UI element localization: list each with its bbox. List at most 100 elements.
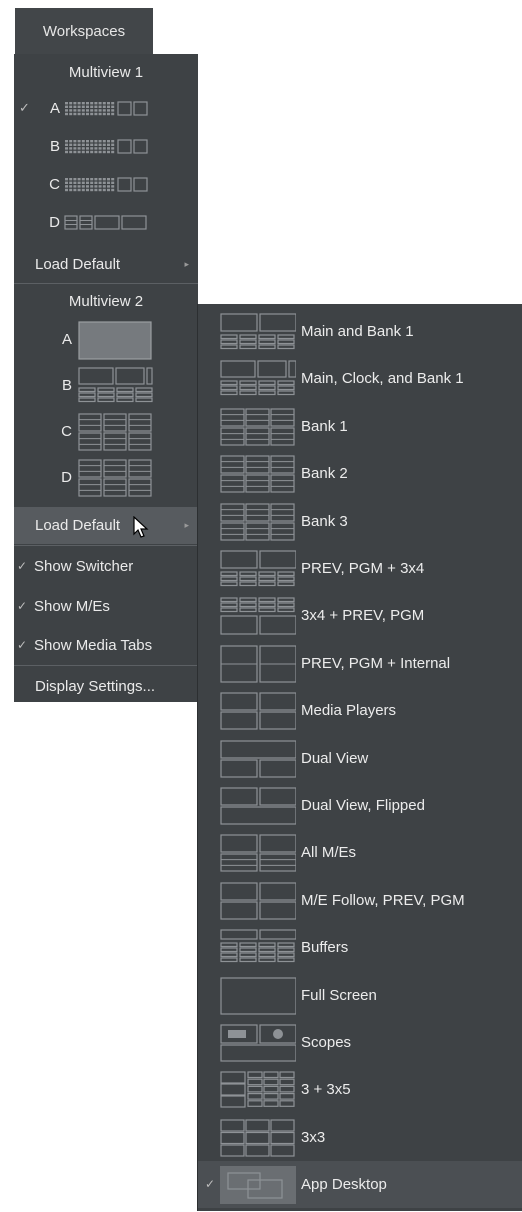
bank-icon — [220, 502, 295, 541]
single-box-layout-icon — [78, 321, 152, 360]
submenu-item-label: Main, Clock, and Bank 1 — [301, 370, 464, 388]
load-default-label: Load Default — [35, 517, 121, 534]
check-icon: ✓ — [17, 559, 28, 573]
bank-grid-layout-icon — [78, 413, 152, 451]
me-follow-icon — [220, 882, 296, 920]
submenu-item[interactable]: All M/Es — [198, 829, 522, 876]
3x4-prev-pgm-icon — [220, 597, 296, 635]
submenu-item-label: App Desktop — [301, 1176, 387, 1194]
multiview-2-load-default[interactable]: Load Default ▸ — [14, 507, 198, 544]
option-label: Show Media Tabs — [34, 636, 153, 654]
submenu-item-label: Main and Bank 1 — [301, 323, 414, 340]
check-icon: ✓ — [205, 1177, 216, 1192]
submenu-item[interactable]: Buffers — [198, 924, 522, 971]
submenu-arrow-icon: ▸ — [184, 520, 189, 530]
submenu-item[interactable]: Bank 2 — [198, 450, 522, 497]
all-mes-icon — [220, 834, 296, 872]
main-clock-bank-icon — [220, 360, 296, 396]
option-letter: B — [49, 138, 60, 155]
option-letter: A — [49, 100, 60, 117]
3-plus-3x5-icon — [220, 1071, 295, 1108]
submenu-arrow-icon: ▸ — [184, 258, 189, 269]
load-default-submenu: Main and Bank 1 Main, Clock, and Bank 1 Ba… — [197, 304, 522, 1211]
scopes-icon — [220, 1024, 296, 1062]
show-media-tabs-option[interactable]: ✓ Show Media Tabs — [14, 627, 198, 663]
dual-view-flipped-icon — [220, 787, 296, 825]
bank-grid-layout-icon — [78, 459, 152, 497]
submenu-item[interactable]: PREV, PGM + Internal — [198, 640, 522, 687]
menu-separator — [14, 545, 198, 546]
dense-grid-layout-icon — [65, 177, 148, 192]
multiview-1-load-default[interactable]: Load Default ▸ — [14, 246, 198, 282]
workspaces-tab[interactable]: Workspaces — [15, 8, 153, 54]
menu-separator — [14, 665, 198, 666]
submenu-item[interactable]: Bank 3 — [198, 498, 522, 545]
submenu-item[interactable]: 3x3 — [198, 1114, 522, 1161]
media-players-icon — [220, 692, 296, 730]
multiview-1-option-d[interactable]: D — [14, 204, 198, 242]
dual-view-icon — [220, 739, 296, 778]
bars-layout-icon — [64, 215, 147, 230]
submenu-item-label: PREV, PGM + Internal — [301, 654, 451, 672]
submenu-item-label: Media Players — [301, 702, 397, 720]
prev-pgm-internal-icon — [220, 645, 296, 683]
option-label: Display Settings... — [35, 677, 156, 695]
submenu-item-label: Bank 1 — [301, 417, 348, 435]
display-settings-option[interactable]: Display Settings... — [14, 668, 198, 704]
submenu-item-label: 3 + 3x5 — [301, 1081, 351, 1099]
option-letter: A — [61, 331, 72, 348]
submenu-item[interactable]: Main and Bank 1 — [198, 308, 522, 355]
submenu-item-label: Scopes — [301, 1034, 352, 1051]
multiview-2-header: Multiview 2 — [68, 292, 144, 310]
submenu-item[interactable]: Media Players — [198, 687, 522, 734]
submenu-item-label: PREV, PGM + 3x4 — [301, 560, 425, 577]
multiview-1-option-b[interactable]: B — [14, 128, 198, 166]
multiview-1-header: Multiview 1 — [68, 63, 144, 81]
show-switcher-option[interactable]: ✓ Show Switcher — [14, 548, 198, 584]
submenu-item[interactable]: 3x4 + PREV, PGM — [198, 592, 522, 639]
workspaces-menu: Multiview 1 ✓ A B C D Load Default ▸ Mul… — [14, 54, 198, 702]
submenu-item[interactable]: Scopes — [198, 1019, 522, 1066]
dense-grid-layout-icon — [65, 139, 148, 154]
main-clock-bank-layout-icon — [78, 367, 153, 403]
multiview-2-option-a[interactable]: A — [14, 318, 198, 362]
submenu-item[interactable]: M/E Follow, PREV, PGM — [198, 877, 522, 924]
submenu-item[interactable]: Dual View — [198, 735, 522, 782]
multiview-2-option-d[interactable]: D — [14, 456, 198, 500]
main-bank-icon — [220, 313, 296, 350]
prev-pgm-3x4-icon — [220, 550, 296, 587]
submenu-item[interactable]: Bank 1 — [198, 403, 522, 450]
submenu-item[interactable]: ✓ App Desktop — [198, 1161, 522, 1209]
submenu-item-label: Buffers — [301, 939, 349, 957]
show-mes-option[interactable]: ✓ Show M/Es — [14, 588, 198, 624]
multiview-1-option-a[interactable]: ✓ A — [14, 90, 198, 128]
bank-icon — [220, 455, 295, 493]
multiview-2-option-c[interactable]: C — [14, 410, 198, 454]
option-letter: D — [49, 214, 60, 231]
full-screen-icon — [220, 976, 296, 1015]
submenu-item[interactable]: Full Screen — [198, 972, 522, 1019]
multiview-1-option-c[interactable]: C — [14, 166, 198, 204]
submenu-item-label: Bank 2 — [301, 465, 348, 483]
load-default-label: Load Default — [35, 255, 121, 273]
submenu-item-label: Dual View, Flipped — [301, 797, 425, 814]
submenu-item[interactable]: PREV, PGM + 3x4 — [198, 545, 522, 592]
option-label: Show M/Es — [34, 597, 110, 615]
submenu-item-label: 3x4 + PREV, PGM — [301, 607, 425, 625]
submenu-item[interactable]: 3 + 3x5 — [198, 1066, 522, 1113]
check-icon: ✓ — [17, 599, 28, 613]
submenu-item[interactable]: Dual View, Flipped — [198, 782, 522, 829]
multiview-2-option-b[interactable]: B — [14, 364, 198, 408]
option-letter: B — [61, 377, 72, 394]
bank-icon — [220, 408, 295, 446]
check-icon: ✓ — [17, 638, 28, 652]
submenu-item-label: Dual View — [301, 749, 369, 767]
submenu-item-label: Full Screen — [301, 986, 377, 1004]
option-label: Show Switcher — [34, 557, 134, 575]
submenu-item[interactable]: Main, Clock, and Bank 1 — [198, 355, 522, 402]
dense-grid-layout-icon — [65, 101, 148, 116]
option-letter: C — [61, 423, 72, 440]
3x3-icon — [220, 1119, 295, 1157]
submenu-item-label: All M/Es — [301, 844, 357, 862]
submenu-item-label: Bank 3 — [301, 512, 348, 530]
